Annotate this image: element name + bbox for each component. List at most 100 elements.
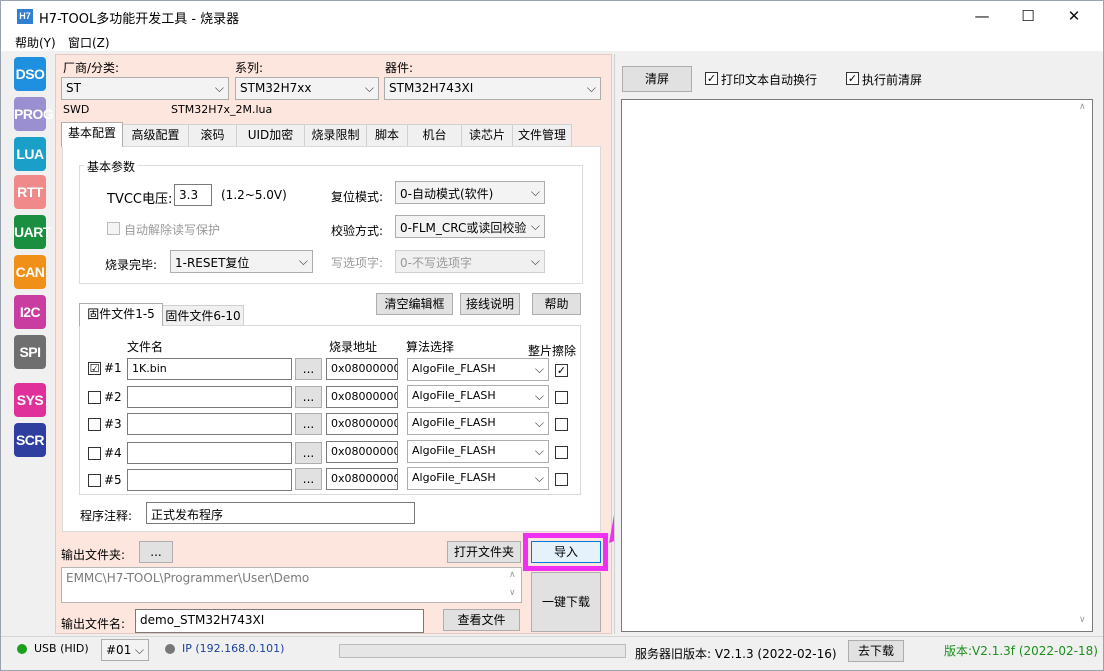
address-input[interactable]: 0x08000000 bbox=[326, 468, 398, 490]
algorithm-select[interactable]: AlgoFile_FLASH ⌵ bbox=[407, 385, 549, 408]
auto-wrap-checkbox[interactable]: ✓ bbox=[705, 72, 718, 85]
tab-firmware-1-5[interactable]: 固件文件1-5 bbox=[79, 303, 163, 326]
tab-firmware-6-10[interactable]: 固件文件6-10 bbox=[162, 305, 244, 326]
chip-erase-checkbox[interactable] bbox=[555, 418, 568, 431]
output-folder-browse-button[interactable]: ... bbox=[139, 541, 173, 563]
chip-erase-checkbox[interactable] bbox=[555, 446, 568, 459]
tab-burn-limit[interactable]: 烧录限制 bbox=[304, 124, 367, 146]
program-note-input[interactable]: 正式发布程序 bbox=[146, 502, 415, 524]
address-input[interactable]: 0x08000000 bbox=[326, 413, 398, 435]
wiring-help-button[interactable]: 接线说明 bbox=[460, 293, 520, 315]
browse-file-button[interactable]: ... bbox=[295, 386, 322, 408]
chip-erase-checkbox[interactable] bbox=[555, 391, 568, 404]
interface-text: SWD bbox=[63, 103, 90, 116]
vendor-select[interactable]: ST ⌵ bbox=[61, 77, 229, 100]
row-id: #3 bbox=[104, 417, 122, 431]
algorithm-select[interactable]: AlgoFile_FLASH ⌵ bbox=[407, 412, 549, 435]
address-input[interactable]: 0x08000000 bbox=[326, 386, 398, 408]
tab-file-manage[interactable]: 文件管理 bbox=[512, 124, 572, 146]
tab-advanced-config[interactable]: 高级配置 bbox=[122, 124, 189, 146]
output-folder-label: 输出文件夹: bbox=[61, 548, 126, 562]
tab-read-chip[interactable]: 读芯片 bbox=[461, 124, 513, 146]
row-enable-checkbox[interactable] bbox=[88, 474, 101, 487]
tool-spi-button[interactable]: SPI bbox=[14, 335, 46, 369]
algorithm-select[interactable]: AlgoFile_FLASH ⌵ bbox=[407, 467, 549, 490]
chip-erase-checkbox[interactable]: ✓ bbox=[555, 364, 568, 377]
tool-lua-button[interactable]: LUA bbox=[14, 137, 46, 171]
firmware-file-input[interactable]: 1K.bin bbox=[127, 358, 292, 380]
verify-mode-select[interactable]: 0-FLM_CRC或读回校验 ⌵ bbox=[395, 215, 545, 238]
scroll-up-icon[interactable]: ∧ bbox=[509, 570, 516, 580]
log-output-area[interactable] bbox=[621, 99, 1093, 632]
clear-before-run-label: 执行前清屏 bbox=[862, 73, 923, 87]
browse-file-button[interactable]: ... bbox=[295, 358, 322, 380]
highlight-box bbox=[523, 533, 608, 571]
clear-editbox-button[interactable]: 清空编辑框 bbox=[376, 293, 453, 315]
tool-uart-button[interactable]: UART bbox=[14, 215, 51, 249]
address-input[interactable]: 0x08000000 bbox=[326, 441, 398, 463]
close-button[interactable]: ✕ bbox=[1051, 1, 1097, 32]
tool-rtt-button[interactable]: RTT bbox=[14, 175, 46, 209]
port-select[interactable]: #01 ⌵ bbox=[101, 639, 149, 661]
output-filename-input[interactable]: demo_STM32H743XI bbox=[135, 609, 424, 633]
auto-unlock-label: 自动解除读写保护 bbox=[124, 223, 221, 237]
minimize-button[interactable]: — bbox=[959, 1, 1005, 32]
option-bytes-select[interactable]: 0-不写选项字 ⌵ bbox=[395, 250, 545, 273]
auto-unlock-checkbox[interactable] bbox=[107, 222, 120, 235]
view-file-button[interactable]: 查看文件 bbox=[443, 609, 520, 631]
algorithm-select[interactable]: AlgoFile_FLASH ⌵ bbox=[407, 440, 549, 463]
browse-file-button[interactable]: ... bbox=[295, 413, 322, 435]
tool-dso-button[interactable]: DSO bbox=[14, 57, 46, 91]
menu-window[interactable]: 窗口(Z) bbox=[68, 34, 110, 51]
scroll-down-icon[interactable]: ∨ bbox=[509, 588, 516, 598]
browse-file-button[interactable]: ... bbox=[295, 468, 322, 490]
maximize-button[interactable]: ☐ bbox=[1005, 1, 1051, 32]
firmware-file-input[interactable] bbox=[127, 469, 292, 491]
firmware-file-input[interactable] bbox=[127, 442, 292, 464]
tool-prog-button[interactable]: PROG bbox=[14, 97, 54, 131]
tab-rolling-code[interactable]: 滚码 bbox=[188, 124, 237, 146]
row-enable-checkbox[interactable] bbox=[88, 418, 101, 431]
chip-select[interactable]: STM32H743XI ⌵ bbox=[384, 77, 601, 100]
log-scroll-down-icon[interactable]: ∨ bbox=[1079, 615, 1086, 625]
row-enable-checkbox[interactable] bbox=[88, 447, 101, 460]
open-folder-button[interactable]: 打开文件夹 bbox=[447, 541, 521, 563]
log-scroll-up-icon[interactable]: ∧ bbox=[1079, 102, 1086, 112]
browse-file-button[interactable]: ... bbox=[295, 442, 322, 464]
chip-erase-checkbox[interactable] bbox=[555, 473, 568, 486]
after-burn-select[interactable]: 1-RESET复位 ⌵ bbox=[170, 250, 313, 273]
row-enable-checkbox[interactable]: ☑ bbox=[88, 362, 101, 375]
help-button[interactable]: 帮助 bbox=[532, 293, 581, 315]
tool-scr-button[interactable]: SCR bbox=[14, 423, 46, 457]
reset-mode-select[interactable]: 0-自动模式(软件) ⌵ bbox=[395, 181, 545, 204]
tab-machine[interactable]: 机台 bbox=[407, 124, 462, 146]
firmware-file-input[interactable] bbox=[127, 386, 292, 408]
tool-can-button[interactable]: CAN bbox=[14, 255, 46, 289]
one-key-download-button[interactable]: 一键下载 bbox=[531, 572, 601, 632]
menu-help[interactable]: 帮助(Y) bbox=[15, 34, 56, 51]
verify-mode-label: 校验方式: bbox=[331, 224, 384, 238]
main-window: H7 H7-TOOL多功能开发工具 - 烧录器 — ☐ ✕ 帮助(Y) 窗口(Z… bbox=[0, 0, 1104, 671]
series-label: 系列: bbox=[235, 61, 264, 75]
tvcc-input[interactable]: 3.3 bbox=[174, 184, 212, 206]
row-id: #2 bbox=[104, 390, 122, 404]
output-path-field[interactable]: EMMC\H7-TOOL\Programmer\User\Demo bbox=[61, 567, 522, 603]
firmware-file-input[interactable] bbox=[127, 413, 292, 435]
server-version-text: 服务器旧版本: V2.1.3 (2022-02-16) bbox=[635, 647, 837, 661]
tool-sys-button[interactable]: SYS bbox=[14, 383, 46, 417]
algorithm-select[interactable]: AlgoFile_FLASH ⌵ bbox=[407, 358, 549, 381]
reset-mode-label: 复位模式: bbox=[331, 190, 384, 204]
go-download-button[interactable]: 去下载 bbox=[848, 640, 904, 662]
tab-uid-encrypt[interactable]: UID加密 bbox=[236, 124, 305, 146]
tab-script[interactable]: 脚本 bbox=[366, 124, 408, 146]
tab-basic-config[interactable]: 基本配置 bbox=[61, 122, 123, 147]
address-input[interactable]: 0x08000000 bbox=[326, 358, 398, 380]
clear-screen-button[interactable]: 清屏 bbox=[622, 66, 692, 92]
clear-before-run-checkbox[interactable]: ✓ bbox=[846, 72, 859, 85]
row-id: #5 bbox=[104, 473, 122, 487]
tool-i2c-button[interactable]: I2C bbox=[14, 295, 46, 329]
row-enable-checkbox[interactable] bbox=[88, 391, 101, 404]
series-select[interactable]: STM32H7xx ⌵ bbox=[235, 77, 379, 100]
header-filename: 文件名 bbox=[127, 340, 164, 354]
output-filename-label: 输出文件名: bbox=[61, 617, 126, 631]
